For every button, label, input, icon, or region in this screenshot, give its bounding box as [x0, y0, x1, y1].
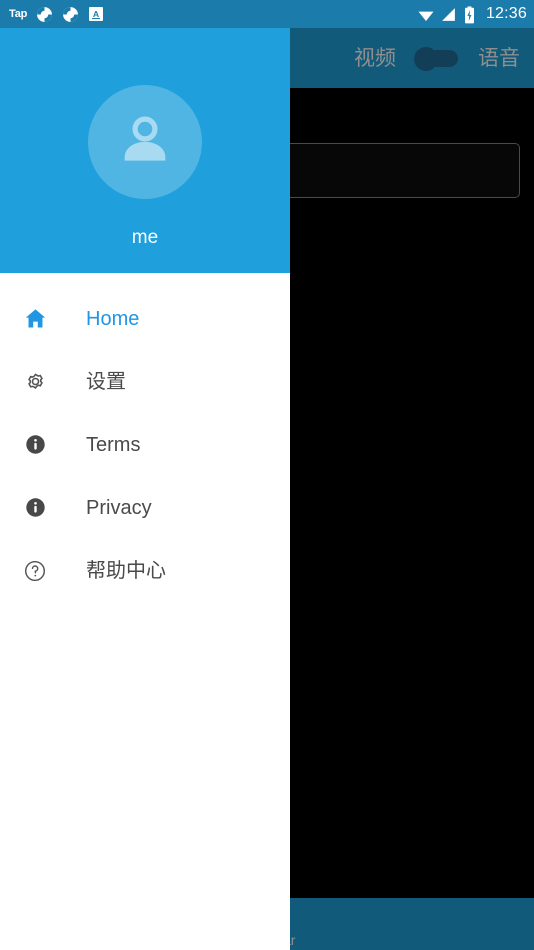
sidebar-item-home[interactable]: Home [0, 287, 290, 350]
status-bar: Tap A 12:36 [0, 0, 534, 28]
drawer-header[interactable]: me [0, 28, 290, 273]
video-mode-label[interactable]: 视频 [354, 48, 396, 69]
voice-mode-label[interactable]: 语音 [478, 48, 520, 69]
status-bar-clock: 12:36 [485, 5, 527, 22]
sidebar-item-privacy[interactable]: Privacy [0, 476, 290, 539]
status-bar-right-icons: 12:36 [417, 6, 534, 23]
sync-circle-icon [62, 6, 79, 23]
toggle-thumb[interactable] [414, 47, 438, 71]
sidebar-item-label-terms: Terms [86, 433, 141, 456]
letter-a-badge-icon: A [88, 6, 105, 23]
navigation-drawer: me Home 设置 Terms Privacy 帮助中心 [0, 28, 290, 950]
battery-charging-icon [463, 5, 480, 23]
profile-name: me [131, 227, 159, 248]
media-mode-toggle[interactable] [414, 47, 460, 71]
sidebar-item-settings[interactable]: 设置 [0, 350, 290, 413]
info-filled-icon [22, 495, 48, 521]
tap-label: Tap [9, 7, 28, 20]
home-icon [22, 306, 48, 332]
sidebar-item-label-settings: 设置 [86, 370, 126, 393]
status-bar-left-icons: Tap A [0, 6, 105, 23]
app-screen: 视频 语音 rnApproximately 新 [0, 0, 534, 950]
sidebar-item-label-home: Home [86, 307, 140, 330]
gear-icon [22, 369, 48, 395]
wifi-icon [417, 6, 434, 23]
sidebar-item-label-help-center: 帮助中心 [86, 559, 166, 582]
sidebar-item-label-privacy: Privacy [86, 496, 152, 519]
sync-circle-icon [36, 6, 53, 23]
drawer-menu-list: Home 设置 Terms Privacy 帮助中心 [0, 273, 290, 602]
sidebar-item-help-center[interactable]: 帮助中心 [0, 539, 290, 602]
info-filled-icon [22, 432, 48, 458]
cell-signal-icon [440, 6, 457, 23]
help-circle-icon [22, 558, 48, 584]
svg-text:A: A [93, 9, 100, 19]
person-icon [112, 107, 178, 178]
avatar[interactable] [88, 85, 202, 199]
sidebar-item-terms[interactable]: Terms [0, 413, 290, 476]
